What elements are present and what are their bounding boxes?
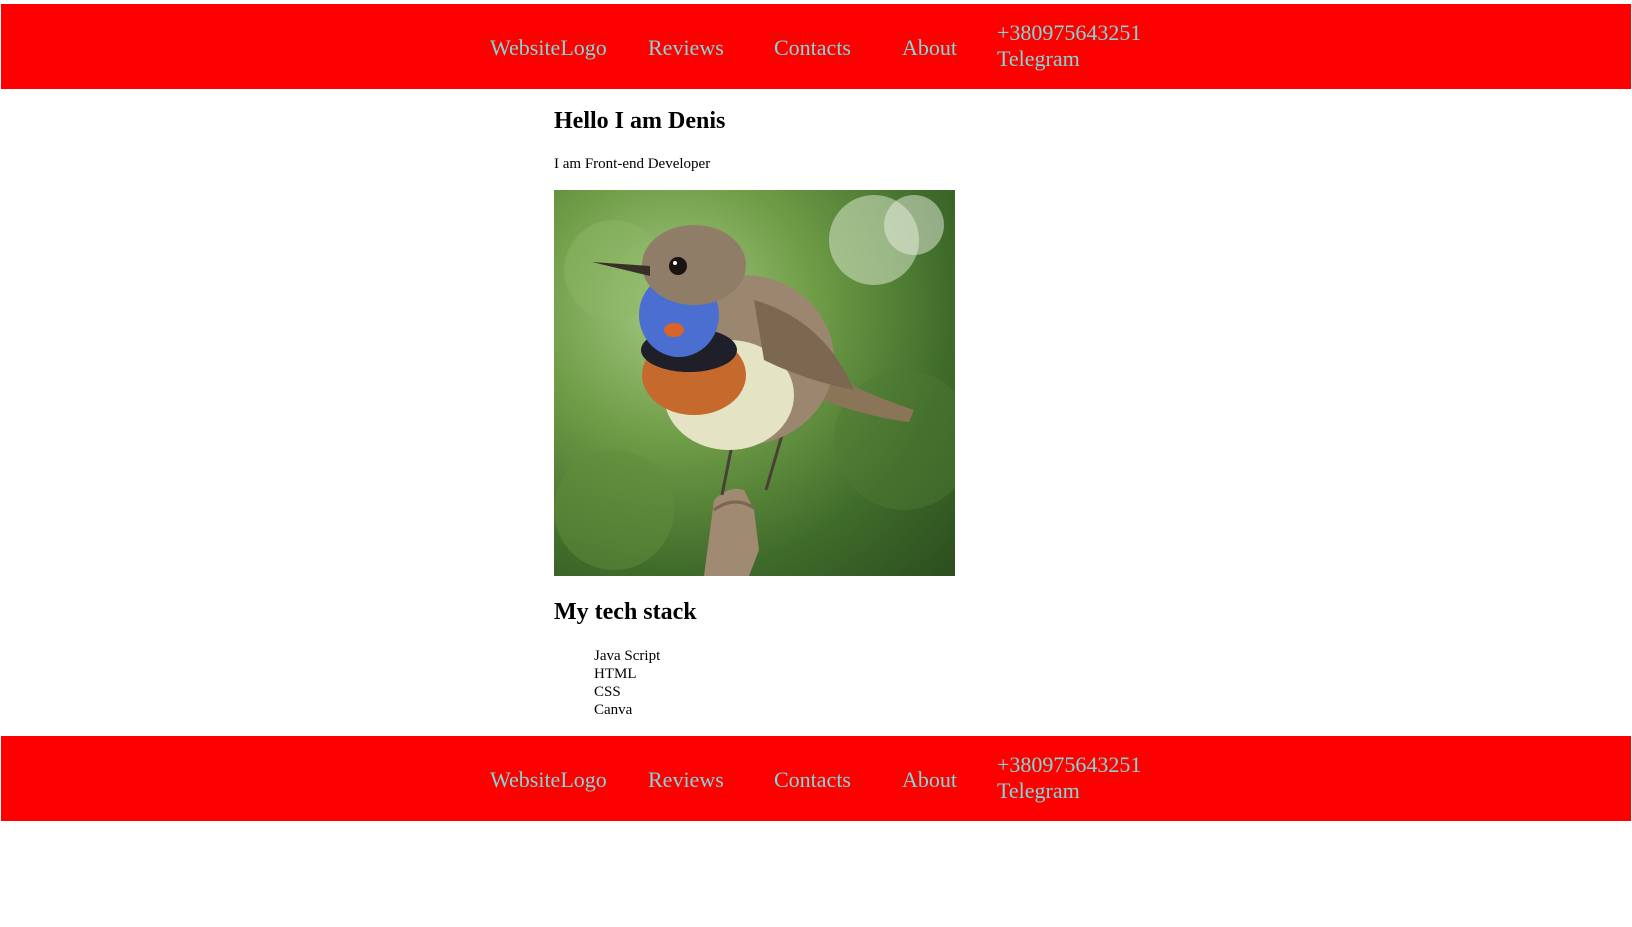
nav-contact-block: +380975643251 Telegram bbox=[997, 20, 1141, 72]
footer-about-link[interactable]: About bbox=[902, 767, 957, 793]
bird-illustration bbox=[554, 195, 955, 576]
phone-link[interactable]: +380975643251 bbox=[997, 20, 1141, 46]
tech-stack-list: Java Script HTML CSS Canva bbox=[594, 647, 660, 719]
hero-title: Hello I am Denis bbox=[554, 108, 726, 134]
footer-nav-bar: WebsiteLogo Reviews Contacts About +3809… bbox=[1, 736, 1631, 821]
list-item: Canva bbox=[594, 702, 633, 718]
footer-phone-link[interactable]: +380975643251 bbox=[997, 752, 1141, 778]
footer-website-logo-link[interactable]: WebsiteLogo bbox=[490, 767, 607, 793]
telegram-link[interactable]: Telegram bbox=[997, 46, 1141, 72]
nav-contacts-link[interactable]: Contacts bbox=[774, 35, 851, 61]
list-item: HTML bbox=[594, 666, 637, 682]
footer-contact-block: +380975643251 Telegram bbox=[997, 752, 1141, 804]
hero-subtitle: I am Front-end Developer bbox=[554, 156, 711, 172]
list-item: CSS bbox=[594, 684, 621, 700]
footer-telegram-link[interactable]: Telegram bbox=[997, 778, 1141, 804]
nav-about-link[interactable]: About bbox=[902, 35, 957, 61]
tech-stack-title: My tech stack bbox=[554, 599, 697, 625]
header-nav-bar: WebsiteLogo Reviews Contacts About +3809… bbox=[1, 4, 1631, 89]
list-item: Java Script bbox=[594, 648, 661, 664]
nav-reviews-link[interactable]: Reviews bbox=[648, 35, 724, 61]
footer-reviews-link[interactable]: Reviews bbox=[648, 767, 724, 793]
bird-photo bbox=[554, 190, 955, 576]
website-logo-link[interactable]: WebsiteLogo bbox=[490, 35, 607, 61]
footer-contacts-link[interactable]: Contacts bbox=[774, 767, 851, 793]
